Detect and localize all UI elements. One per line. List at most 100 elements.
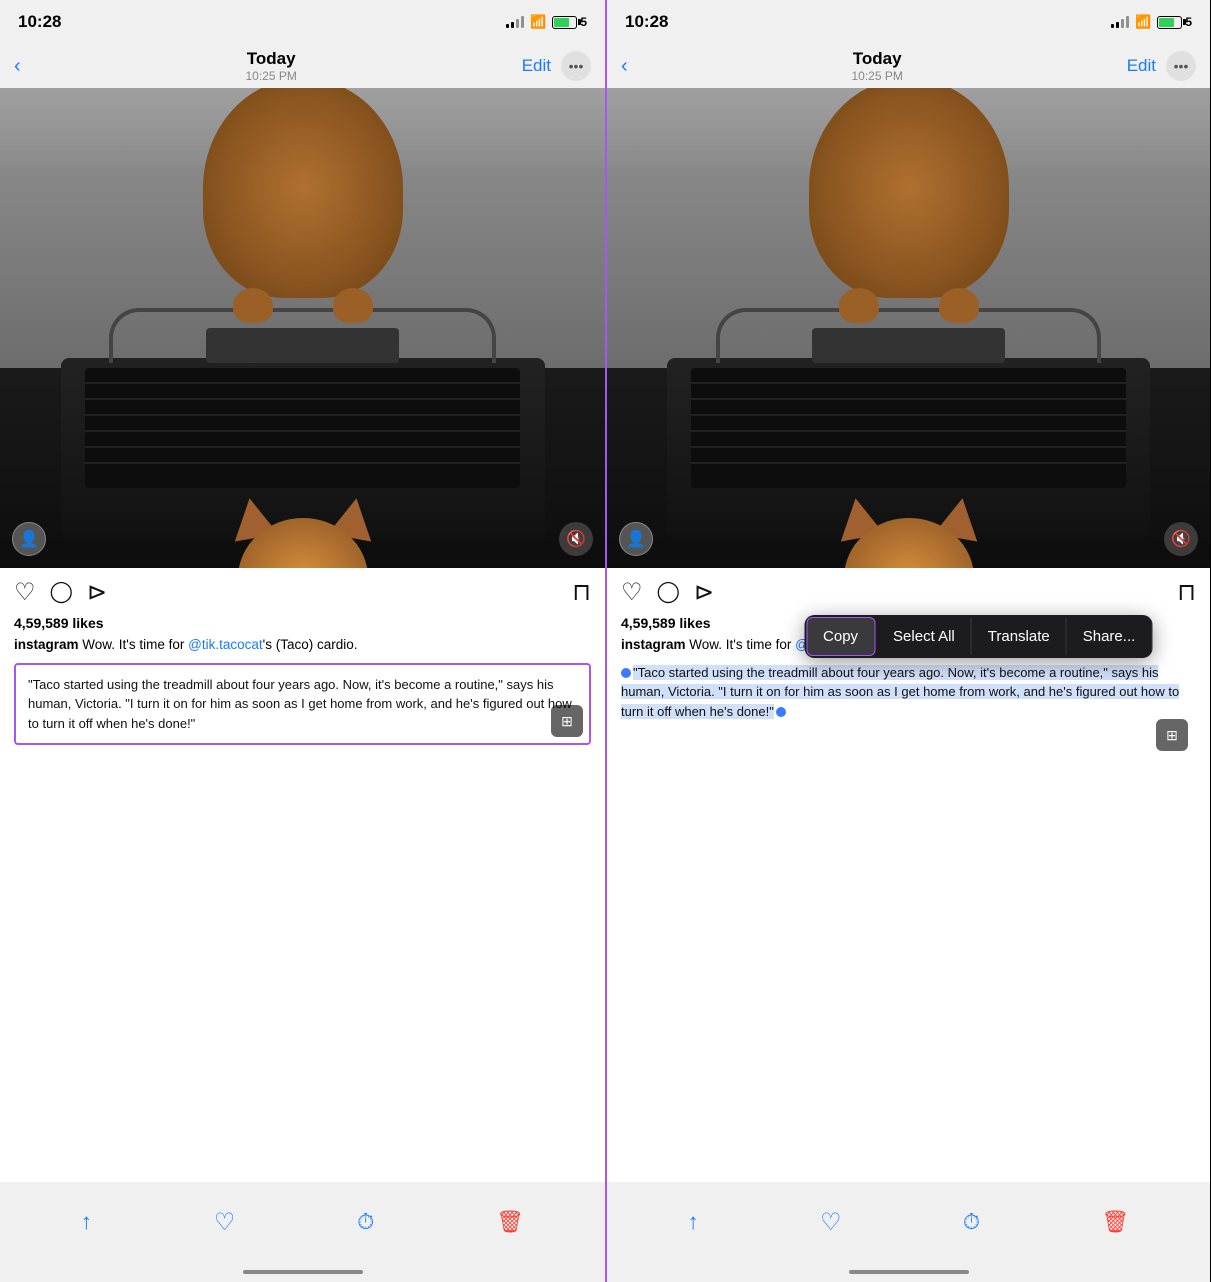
toolbar-clock-right[interactable]: ⏱ — [963, 1209, 980, 1235]
cat-paw-left-l — [233, 288, 273, 323]
nav-bar-right: ‹ Today 10:25 PM Edit ••• — [607, 44, 1210, 88]
bottom-toolbar-right: ↑ ♡ ⏱ 🗑 — [607, 1182, 1210, 1262]
nav-bar-left: ‹ Today 10:25 PM Edit ••• — [0, 44, 605, 88]
nav-actions-right: Edit ••• — [1127, 51, 1196, 81]
mute-button-left[interactable]: 🔇 — [559, 522, 593, 556]
context-menu-share[interactable]: Share... — [1067, 618, 1153, 655]
status-time-left: 10:28 — [18, 12, 61, 32]
selection-start-dot — [621, 668, 631, 678]
toolbar-trash-left[interactable]: 🗑 — [496, 1209, 524, 1235]
status-icons-left: 📶 5 — [506, 14, 587, 30]
quote-box-left: "Taco started using the treadmill about … — [14, 663, 591, 746]
wifi-icon-left: 📶 — [530, 14, 546, 30]
battery-fill-right — [1159, 18, 1174, 27]
comment-button-right[interactable]: ◯ — [657, 581, 681, 605]
nav-title-right: Today — [852, 49, 903, 69]
treadmill-console-left — [206, 328, 400, 363]
caption-mention-left[interactable]: @tik.tacocat — [188, 637, 262, 652]
toolbar-heart-right[interactable]: ♡ — [820, 1208, 842, 1237]
cat-body-lower-r — [809, 88, 1009, 298]
live-text-button-right[interactable]: ⊞ — [1156, 719, 1188, 751]
nav-title-group-right: Today 10:25 PM — [852, 49, 903, 83]
status-bar-right: 10:28 📶 5 — [607, 0, 1210, 44]
battery-icon-left — [552, 16, 577, 29]
status-time-right: 10:28 — [625, 12, 668, 32]
context-menu: Copy Select All Translate Share... — [804, 615, 1152, 658]
status-bar-left: 10:28 📶 5 — [0, 0, 605, 44]
post-area-right: ♡ ◯ ⊳ ⊓ 4,59,589 likes instagram Wow. It… — [607, 568, 1210, 1182]
context-menu-copy[interactable]: Copy — [806, 617, 875, 656]
battery-num-left: 5 — [580, 15, 587, 29]
home-indicator-right — [607, 1262, 1210, 1282]
toolbar-share-left[interactable]: ↑ — [81, 1209, 92, 1235]
toolbar-share-right[interactable]: ↑ — [688, 1209, 699, 1235]
battery-num-right: 5 — [1185, 15, 1192, 29]
nav-actions-left: Edit ••• — [522, 51, 591, 81]
context-menu-translate[interactable]: Translate — [972, 618, 1067, 655]
video-area-left: 👤 🔇 — [0, 88, 605, 568]
status-icons-right: 📶 5 — [1111, 14, 1192, 30]
live-text-button-left[interactable]: ⊞ — [551, 705, 583, 737]
bookmark-button-right[interactable]: ⊓ — [1177, 578, 1196, 607]
battery-left: 5 — [552, 15, 587, 29]
signal-icon-right — [1111, 16, 1129, 28]
caption-left: instagram Wow. It's time for @tik.tacoca… — [14, 636, 591, 655]
treadmill-console-right — [812, 328, 1005, 363]
back-button-left[interactable]: ‹ — [14, 55, 21, 78]
quote-text-right[interactable]: "Taco started using the treadmill about … — [621, 665, 1179, 719]
right-phone-panel: 10:28 📶 5 ‹ Today 10:25 PM Edit ••• — [605, 0, 1210, 1282]
avatar-left: 👤 — [12, 522, 46, 556]
nav-subtitle-left: 10:25 PM — [246, 69, 297, 83]
cat-paw-left-r — [839, 288, 879, 323]
cat-body-lower-l — [203, 88, 403, 298]
likes-count-left: 4,59,589 likes — [14, 615, 591, 631]
share-button-right[interactable]: ⊳ — [694, 581, 714, 605]
share-button-left[interactable]: ⊳ — [87, 581, 107, 605]
nav-title-left: Today — [246, 49, 297, 69]
nav-title-group-left: Today 10:25 PM — [246, 49, 297, 83]
left-phone-panel: 10:28 📶 5 ‹ Today 10:25 PM Edit ••• — [0, 0, 605, 1282]
right-action-icons: ♡ ◯ ⊳ — [621, 581, 714, 605]
toolbar-clock-left[interactable]: ⏱ — [357, 1209, 374, 1235]
avatar-icon-left: 👤 — [19, 529, 39, 549]
caption-username-right: instagram — [621, 637, 686, 652]
home-bar-left — [243, 1270, 363, 1274]
caption-text-right: Wow. It's time for — [686, 637, 796, 652]
avatar-right: 👤 — [619, 522, 653, 556]
bookmark-button-left[interactable]: ⊓ — [572, 578, 591, 607]
battery-right: 5 — [1157, 15, 1192, 29]
context-menu-select-all[interactable]: Select All — [877, 618, 972, 655]
comment-button-left[interactable]: ◯ — [50, 581, 74, 605]
toolbar-heart-left[interactable]: ♡ — [214, 1208, 236, 1237]
video-area-right: 👤 🔇 — [607, 88, 1210, 568]
nav-subtitle-right: 10:25 PM — [852, 69, 903, 83]
cat-paw-right-r — [939, 288, 979, 323]
cat-paw-right-l — [333, 288, 373, 323]
selection-end-dot — [776, 707, 786, 717]
bottom-toolbar-left: ↑ ♡ ⏱ 🗑 — [0, 1182, 605, 1262]
wifi-icon-right: 📶 — [1135, 14, 1151, 30]
nav-more-button-left[interactable]: ••• — [561, 51, 591, 81]
left-action-icons: ♡ ◯ ⊳ — [14, 581, 107, 605]
like-button-right[interactable]: ♡ — [621, 581, 643, 605]
caption-rest-left: 's (Taco) cardio. — [263, 637, 358, 652]
nav-edit-left[interactable]: Edit — [522, 56, 551, 76]
toolbar-trash-right[interactable]: 🗑 — [1101, 1209, 1129, 1235]
back-button-right[interactable]: ‹ — [621, 55, 628, 78]
battery-fill-left — [554, 18, 569, 27]
action-icons-left: ♡ ◯ ⊳ ⊓ — [14, 578, 591, 607]
mute-button-right[interactable]: 🔇 — [1164, 522, 1198, 556]
caption-username-left: instagram — [14, 637, 79, 652]
quote-container-right: Copy Select All Translate Share... "Taco… — [621, 663, 1196, 760]
nav-more-button-right[interactable]: ••• — [1166, 51, 1196, 81]
action-icons-right: ♡ ◯ ⊳ ⊓ — [621, 578, 1196, 607]
battery-icon-right — [1157, 16, 1182, 29]
caption-text-left: Wow. It's time for — [79, 637, 189, 652]
treadmill-belt-left — [85, 368, 521, 488]
signal-icon-left — [506, 16, 524, 28]
video-overlay-right: 👤 🔇 — [619, 522, 1198, 556]
like-button-left[interactable]: ♡ — [14, 581, 36, 605]
avatar-icon-right: 👤 — [626, 529, 646, 549]
video-scene-left: 👤 🔇 — [0, 88, 605, 568]
nav-edit-right[interactable]: Edit — [1127, 56, 1156, 76]
